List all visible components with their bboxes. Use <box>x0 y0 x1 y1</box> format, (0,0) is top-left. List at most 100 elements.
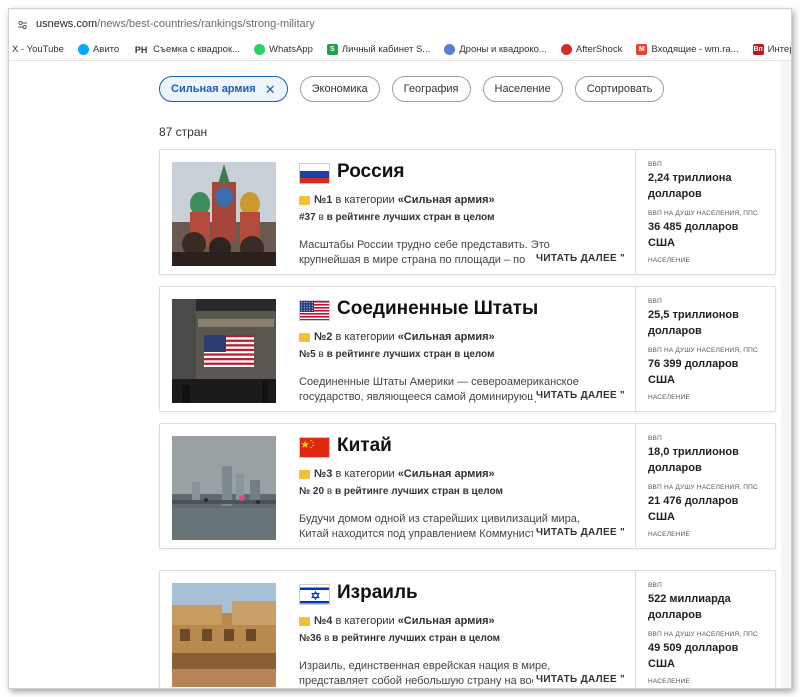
bookmark-item[interactable]: M Входящие - wm.ra... <box>636 44 739 55</box>
filter-chip[interactable]: Сильная армия ✕ <box>159 76 288 102</box>
ranking-badge-icon <box>299 469 310 479</box>
bookmark-label: Входящие - wm.ra... <box>651 44 739 55</box>
remove-filter-icon[interactable]: ✕ <box>265 83 276 96</box>
url-path: /news/best-countries/rankings/strong-mil… <box>97 18 315 30</box>
overall-rank-suffix: в рейтинге лучших стран в целом <box>326 212 495 223</box>
gdp-label: ВВП <box>648 435 662 442</box>
country-photo[interactable] <box>172 583 276 687</box>
country-card[interactable]: Россия №1 в категории «Сильная армия» #37 … <box>159 149 776 275</box>
bookmark-label: X - YouTube <box>12 44 64 55</box>
gdp-per-capita-value: 21 476 долларов США <box>648 495 739 523</box>
country-flag-icon <box>299 300 330 321</box>
bookmark-item[interactable]: S Личный кабинет S... <box>326 44 431 55</box>
category-name-link[interactable]: «Сильная армия» <box>398 615 495 627</box>
bookmark-item[interactable]: X - YouTube <box>12 44 64 55</box>
gdp-label: ВВП <box>648 582 662 589</box>
bookmark-item[interactable]: WhatsApp <box>254 44 313 55</box>
country-stats: ВВП 25,5 триллионов долларов ВВП НА ДУШУ Н… <box>635 287 775 411</box>
browser-window: usnews.com/news/best-countries/rankings/… <box>8 8 792 689</box>
filter-chip-label: Сильная армия <box>171 83 256 95</box>
site-info-icon[interactable] <box>17 19 28 30</box>
bookmark-label: Личный кабинет S... <box>341 44 431 55</box>
category-rank-number: №4 <box>314 615 333 627</box>
filter-chip[interactable]: Экономика <box>299 76 380 102</box>
filter-chip[interactable]: Население <box>482 76 563 102</box>
country-card[interactable]: Китай №3 в категории «Сильная армия» № 20 … <box>159 423 776 549</box>
overall-rank-suffix: в рейтинге лучших стран в целом <box>326 349 495 360</box>
category-name-link[interactable]: «Сильная армия» <box>398 194 495 206</box>
country-card[interactable]: Соединенные Штаты №2 в категории «Сильная… <box>159 286 776 412</box>
gdp-per-capita-value: 76 399 долларов США <box>648 358 739 386</box>
gdp-per-capita-value: 49 509 долларов США <box>648 642 739 670</box>
gdp-label: ВВП <box>648 298 662 305</box>
aftershock-icon <box>560 44 572 55</box>
category-prefix: в категории <box>335 615 395 627</box>
gdp-per-capita-label: ВВП НА ДУШУ НАСЕЛЕНИЯ, ППС <box>648 210 758 217</box>
ranking-badge-icon <box>299 332 310 342</box>
category-rank-number: №2 <box>314 331 333 343</box>
store-icon: Вп <box>752 44 764 55</box>
category-rank: №2 в категории «Сильная армия» <box>299 331 495 343</box>
bookmark-label: Интернет-магазин... <box>767 44 791 55</box>
read-more-link[interactable]: ЧИТАТЬ ДАЛЕЕ " <box>533 527 626 538</box>
description-line-1: Будучи домом одной из старейших цивилиза… <box>299 513 580 525</box>
country-photo[interactable] <box>172 162 276 266</box>
country-name[interactable]: Израиль <box>337 582 418 604</box>
overall-rank-in: в <box>318 349 324 360</box>
filter-chip[interactable]: Сортировать <box>574 76 665 102</box>
country-photo[interactable] <box>172 436 276 540</box>
read-more-link[interactable]: ЧИТАТЬ ДАЛЕЕ " <box>533 674 626 685</box>
bookmark-item[interactable]: Дроны и квадроко... <box>444 44 547 55</box>
country-flag-icon <box>299 163 330 184</box>
bookmark-item[interactable]: AfterShock <box>560 44 623 55</box>
ranking-badge-icon <box>299 616 310 626</box>
bookmark-label: AfterShock <box>575 44 623 55</box>
category-name-link[interactable]: «Сильная армия» <box>398 331 495 343</box>
population-label: НАСЕЛЕНИЕ <box>648 257 691 264</box>
address-bar[interactable]: usnews.com/news/best-countries/rankings/… <box>9 9 791 39</box>
category-rank-number: №1 <box>314 194 333 206</box>
filter-chip-label: Население <box>494 83 551 95</box>
overall-rank-number: № 20 <box>299 486 325 497</box>
overall-rank-in: в <box>324 633 330 644</box>
population-label: НАСЕЛЕНИЕ <box>648 678 691 685</box>
results-count: 87 стран <box>159 125 208 139</box>
read-more-link[interactable]: ЧИТАТЬ ДАЛЕЕ " <box>533 390 626 401</box>
filter-chip[interactable]: География <box>391 76 471 102</box>
description-line-1: Масштабы России трудно себе представить.… <box>299 239 550 251</box>
country-stats: ВВП 2,24 триллиона долларов ВВП НА ДУШУ НА… <box>635 150 775 274</box>
overall-rank-suffix: в рейтинге лучших стран в целом <box>332 633 501 644</box>
category-rank: №1 в категории «Сильная армия» <box>299 194 495 206</box>
overall-rank-number: #37 <box>299 212 316 223</box>
country-name[interactable]: Россия <box>337 161 404 183</box>
population-label: НАСЕЛЕНИЕ <box>648 531 691 538</box>
category-name-link[interactable]: «Сильная армия» <box>398 468 495 480</box>
category-prefix: в категории <box>335 194 395 206</box>
description-line-1: Израиль, единственная еврейская нация в … <box>299 660 551 672</box>
country-card[interactable]: Израиль №4 в категории «Сильная армия» №36… <box>159 570 776 688</box>
bookmark-label: WhatsApp <box>269 44 313 55</box>
gmail-icon: M <box>636 44 648 55</box>
bookmark-item[interactable]: PH Съемка с квадрок... <box>133 44 240 55</box>
gdp-per-capita-label: ВВП НА ДУШУ НАСЕЛЕНИЯ, ППС <box>648 484 758 491</box>
gdp-value: 25,5 триллионов долларов <box>648 309 739 337</box>
s-icon: S <box>326 44 338 55</box>
bookmark-item[interactable]: ВпИнтернет-магазин... <box>752 44 791 55</box>
gdp-value: 2,24 триллиона долларов <box>648 172 732 200</box>
description-line-1: Соединенные Штаты Америки — североамерик… <box>299 376 579 388</box>
overall-rank-suffix: в рейтинге лучших стран в целом <box>334 486 503 497</box>
bookmark-item[interactable]: Авито <box>77 44 119 55</box>
category-rank: №4 в категории «Сильная армия» <box>299 615 495 627</box>
country-flag-icon <box>299 437 330 458</box>
read-more-link[interactable]: ЧИТАТЬ ДАЛЕЕ " <box>533 253 626 264</box>
filter-chip-label: Экономика <box>311 83 368 95</box>
country-stats: ВВП 18,0 триллионов долларов ВВП НА ДУШУ Н… <box>635 424 775 548</box>
filter-chips: Сильная армия ✕ Экономика География Населени… <box>159 76 676 102</box>
gdp-value: 522 миллиарда долларов <box>648 593 731 621</box>
country-name[interactable]: Китай <box>337 435 392 457</box>
overall-rank: #37 в в рейтинге лучших стран в целом <box>299 212 494 223</box>
country-photo[interactable] <box>172 299 276 403</box>
scrollbar[interactable] <box>781 61 791 688</box>
country-flag-icon <box>299 584 330 605</box>
country-name[interactable]: Соединенные Штаты <box>337 298 538 320</box>
